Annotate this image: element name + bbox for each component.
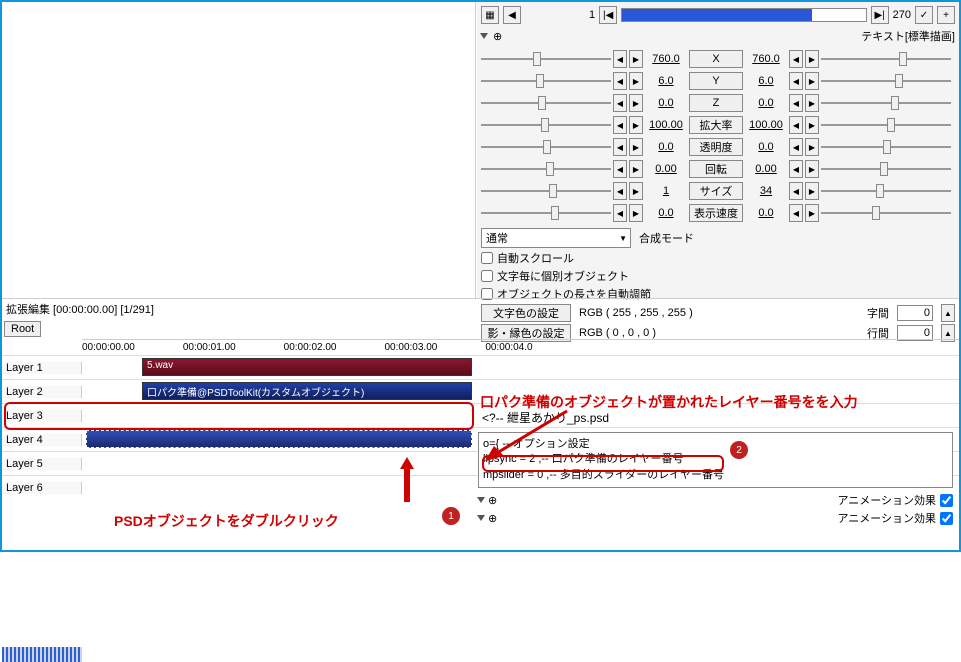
anchor-icon[interactable]: ⊕	[493, 30, 502, 43]
anim-effect-label: アニメーション効果	[837, 492, 936, 508]
val1-Y[interactable]: 6.0	[645, 75, 687, 87]
expand-icon[interactable]	[480, 33, 488, 39]
val2-拡大率[interactable]: 100.00	[745, 119, 787, 131]
preview-area	[2, 2, 476, 298]
layer-label-4[interactable]: Layer 4	[2, 434, 82, 446]
dec-サイズ[interactable]: ◀	[613, 182, 627, 200]
param-X[interactable]: X	[689, 50, 743, 68]
frame-number: 1	[589, 9, 595, 21]
inc-X[interactable]: ▶	[629, 50, 643, 68]
seek-end-icon[interactable]: ▶|	[871, 6, 889, 24]
dec2-X[interactable]: ◀	[789, 50, 803, 68]
val2-表示速度[interactable]: 0.0	[745, 207, 787, 219]
anim-effect-checkbox[interactable]	[940, 494, 953, 507]
plus-icon[interactable]: +	[937, 6, 955, 24]
inc-Y[interactable]: ▶	[629, 72, 643, 90]
blend-label: 合成モード	[639, 230, 694, 246]
dec2-Y[interactable]: ◀	[789, 72, 803, 90]
dec-拡大率[interactable]: ◀	[613, 116, 627, 134]
check-icon[interactable]: ✓	[915, 6, 933, 24]
frame-total: 270	[893, 9, 911, 21]
layer-label-3[interactable]: Layer 3	[2, 410, 82, 422]
param-サイズ[interactable]: サイズ	[689, 182, 743, 200]
inc2-X[interactable]: ▶	[805, 50, 819, 68]
val2-サイズ[interactable]: 34	[745, 185, 787, 197]
inc2-表示速度[interactable]: ▶	[805, 204, 819, 222]
inc-拡大率[interactable]: ▶	[629, 116, 643, 134]
autoscroll-checkbox[interactable]	[481, 252, 493, 264]
param-透明度[interactable]: 透明度	[689, 138, 743, 156]
clip-wav[interactable]: 5.wav	[142, 358, 472, 376]
inc2-サイズ[interactable]: ▶	[805, 182, 819, 200]
val2-Y[interactable]: 6.0	[745, 75, 787, 87]
inc2-拡大率[interactable]: ▶	[805, 116, 819, 134]
val2-Z[interactable]: 0.0	[745, 97, 787, 109]
dec2-透明度[interactable]: ◀	[789, 138, 803, 156]
script-textarea[interactable]: o={ -- オプション設定 lipsync = 2 ,-- 口パク準備のレイヤ…	[478, 432, 953, 488]
param-表示速度[interactable]: 表示速度	[689, 204, 743, 222]
inc2-回転[interactable]: ▶	[805, 160, 819, 178]
dec-回転[interactable]: ◀	[613, 160, 627, 178]
layer-label-1[interactable]: Layer 1	[2, 362, 82, 374]
marker-1: 1	[442, 507, 460, 525]
param-Y[interactable]: Y	[689, 72, 743, 90]
anim-effect-label-2: アニメーション効果	[837, 510, 936, 526]
seek-bar[interactable]	[621, 8, 867, 22]
seek-start-icon[interactable]: |◀	[599, 6, 617, 24]
grid-icon[interactable]: ▦	[481, 6, 499, 24]
dec-Y[interactable]: ◀	[613, 72, 627, 90]
val1-X[interactable]: 760.0	[645, 53, 687, 65]
annotation-2: PSDオブジェクトをダブルクリック	[114, 511, 339, 531]
dec-Z[interactable]: ◀	[613, 94, 627, 112]
script-file: <?-- 紲星あかり_ps.psd	[478, 407, 953, 428]
inc-透明度[interactable]: ▶	[629, 138, 643, 156]
val1-回転[interactable]: 0.00	[645, 163, 687, 175]
anim-effect-checkbox-2[interactable]	[940, 512, 953, 525]
val1-拡大率[interactable]: 100.00	[645, 119, 687, 131]
object-type: テキスト[標準描画]	[861, 28, 955, 44]
blend-select[interactable]: 通常	[481, 228, 631, 248]
inc2-Y[interactable]: ▶	[805, 72, 819, 90]
clip-psd[interactable]	[86, 430, 472, 448]
property-panel: ▦ ◀ 1 |◀ ▶| 270 ✓ + ⊕ テキスト[標準描画] ◀ ▶ 760…	[476, 2, 959, 298]
clip-custom[interactable]: 口パク準備@PSDToolKit(カスタムオブジェクト)	[142, 382, 472, 400]
dec-表示速度[interactable]: ◀	[613, 204, 627, 222]
back-icon[interactable]: ◀	[503, 6, 521, 24]
layer-label-5[interactable]: Layer 5	[2, 458, 82, 470]
param-Z[interactable]: Z	[689, 94, 743, 112]
expand-anim1-icon[interactable]	[477, 497, 485, 503]
val1-表示速度[interactable]: 0.0	[645, 207, 687, 219]
param-回転[interactable]: 回転	[689, 160, 743, 178]
layer-label-6[interactable]: Layer 6	[2, 482, 82, 494]
dec-X[interactable]: ◀	[613, 50, 627, 68]
val1-サイズ[interactable]: 1	[645, 185, 687, 197]
playhead[interactable]	[2, 647, 82, 662]
timeline-title: 拡張編集 [00:00:00.00] [1/291]	[2, 298, 959, 319]
dec2-表示速度[interactable]: ◀	[789, 204, 803, 222]
perchar-checkbox[interactable]	[481, 270, 493, 282]
root-button[interactable]: Root	[4, 321, 41, 337]
inc-表示速度[interactable]: ▶	[629, 204, 643, 222]
val2-回転[interactable]: 0.00	[745, 163, 787, 175]
val1-透明度[interactable]: 0.0	[645, 141, 687, 153]
layer-label-2[interactable]: Layer 2	[2, 386, 82, 398]
inc2-Z[interactable]: ▶	[805, 94, 819, 112]
inc2-透明度[interactable]: ▶	[805, 138, 819, 156]
marker-2: 2	[730, 441, 748, 459]
inc-サイズ[interactable]: ▶	[629, 182, 643, 200]
dec2-Z[interactable]: ◀	[789, 94, 803, 112]
param-拡大率[interactable]: 拡大率	[689, 116, 743, 134]
inc-回転[interactable]: ▶	[629, 160, 643, 178]
val1-Z[interactable]: 0.0	[645, 97, 687, 109]
expand-anim2-icon[interactable]	[477, 515, 485, 521]
dec2-拡大率[interactable]: ◀	[789, 116, 803, 134]
dec-透明度[interactable]: ◀	[613, 138, 627, 156]
inc-Z[interactable]: ▶	[629, 94, 643, 112]
dec2-サイズ[interactable]: ◀	[789, 182, 803, 200]
dec2-回転[interactable]: ◀	[789, 160, 803, 178]
val2-X[interactable]: 760.0	[745, 53, 787, 65]
val2-透明度[interactable]: 0.0	[745, 141, 787, 153]
